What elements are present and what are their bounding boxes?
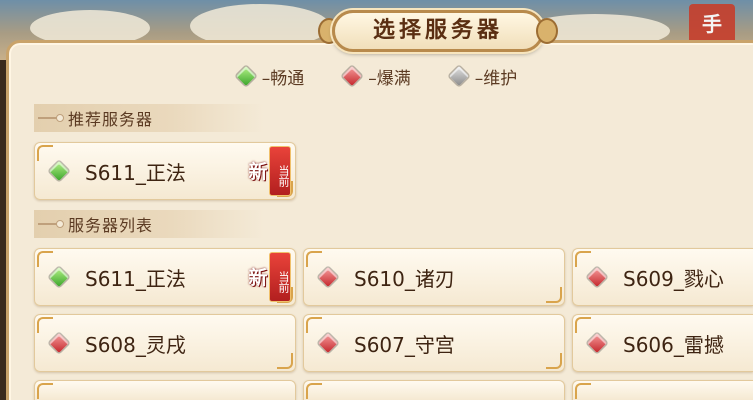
server-card[interactable]: S608_灵戌 bbox=[34, 314, 296, 372]
section-heading-label: 服务器列表 bbox=[68, 216, 154, 235]
section-bullet-icon bbox=[38, 220, 64, 228]
server-name: S611_正法 bbox=[85, 160, 186, 185]
card-corner-ornament bbox=[37, 317, 53, 333]
section-bullet-icon bbox=[38, 114, 64, 122]
server-card[interactable]: S606_雷撼 bbox=[572, 314, 753, 372]
red-gem-icon bbox=[342, 66, 362, 86]
section-heading-label: 推荐服务器 bbox=[68, 110, 154, 129]
card-corner-ornament bbox=[37, 145, 53, 161]
legend-item-full: –爆满 bbox=[342, 64, 411, 89]
server-list-section-heading: 服务器列表 bbox=[34, 210, 264, 238]
server-card-partial[interactable] bbox=[34, 380, 296, 400]
server-name: S606_雷撼 bbox=[623, 332, 724, 357]
card-corner-ornament bbox=[546, 287, 562, 303]
server-card[interactable]: S610_诸刃 bbox=[303, 248, 565, 306]
card-corner-ornament bbox=[277, 353, 293, 369]
card-corner-ornament bbox=[306, 251, 322, 267]
legend-label: –爆满 bbox=[368, 68, 411, 89]
server-name: S608_灵戌 bbox=[85, 332, 186, 357]
card-corner-ornament bbox=[546, 353, 562, 369]
red-gem-icon bbox=[318, 333, 338, 353]
dialog-title-plate: 选择服务器 bbox=[318, 8, 558, 56]
gray-gem-icon bbox=[449, 66, 469, 86]
server-name: S607_守宫 bbox=[354, 332, 455, 357]
card-corner-ornament bbox=[37, 383, 53, 399]
server-name: S611_正法 bbox=[85, 266, 186, 291]
current-badge: 当前 bbox=[269, 252, 291, 302]
title-ornament-right bbox=[536, 18, 558, 44]
status-legend: –畅通 –爆满 –维护 bbox=[0, 62, 753, 90]
card-corner-ornament bbox=[575, 383, 591, 399]
server-card-partial[interactable] bbox=[303, 380, 565, 400]
legend-label: –畅通 bbox=[261, 68, 305, 89]
recommended-server-card[interactable]: S611_正法 新 当前 bbox=[34, 142, 299, 200]
server-card[interactable]: S609_戮心 bbox=[572, 248, 753, 306]
legend-item-maintenance: –维护 bbox=[449, 64, 518, 89]
server-card[interactable]: S611_正法 新 当前 bbox=[34, 248, 299, 306]
card-corner-ornament bbox=[575, 251, 591, 267]
green-gem-icon bbox=[236, 66, 256, 86]
green-gem-icon bbox=[49, 161, 69, 181]
corner-badge: 手 bbox=[689, 4, 735, 44]
legend-item-smooth: –畅通 bbox=[236, 64, 305, 89]
dialog-title: 选择服务器 bbox=[332, 10, 544, 52]
card-corner-ornament bbox=[306, 317, 322, 333]
legend-label: –维护 bbox=[474, 68, 518, 89]
server-name: S610_诸刃 bbox=[354, 266, 455, 291]
green-gem-icon bbox=[49, 267, 69, 287]
card-corner-ornament bbox=[37, 251, 53, 267]
card-corner-ornament bbox=[306, 383, 322, 399]
server-card-partial[interactable] bbox=[572, 380, 753, 400]
red-gem-icon bbox=[49, 333, 69, 353]
current-badge: 当前 bbox=[269, 146, 291, 196]
recommended-section-heading: 推荐服务器 bbox=[34, 104, 264, 132]
card-corner-ornament bbox=[575, 317, 591, 333]
red-gem-icon bbox=[587, 267, 607, 287]
server-name: S609_戮心 bbox=[623, 266, 724, 291]
red-gem-icon bbox=[318, 267, 338, 287]
red-gem-icon bbox=[587, 333, 607, 353]
server-card[interactable]: S607_守宫 bbox=[303, 314, 565, 372]
